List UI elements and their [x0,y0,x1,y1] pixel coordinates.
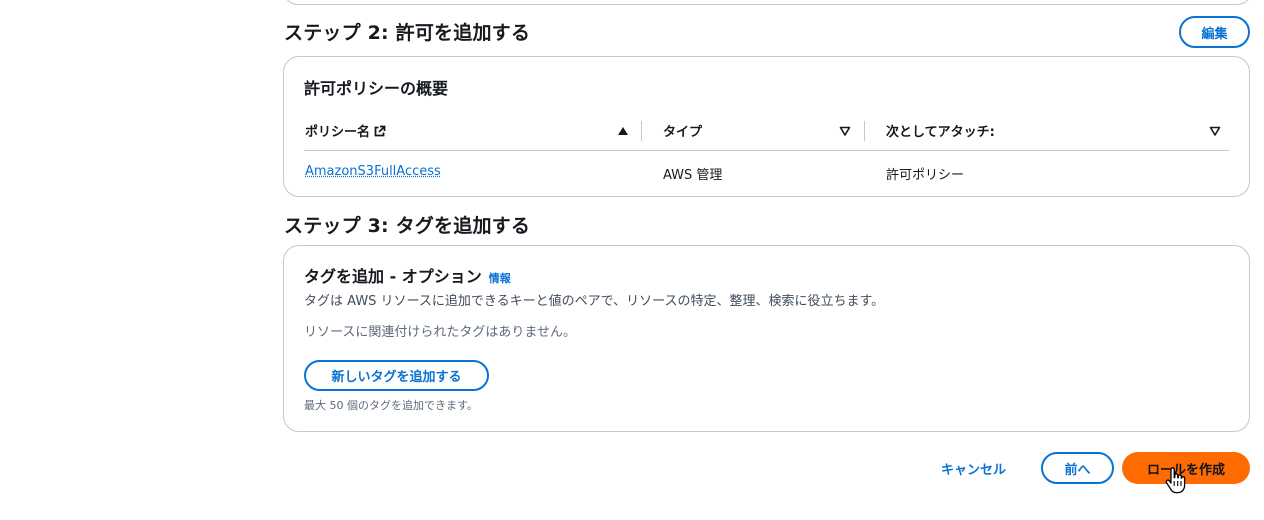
previous-step-card-edge [283,0,1252,5]
tags-card-header: タグを追加 - オプション 情報 [304,263,511,287]
column-header-label: タイプ [663,125,703,140]
tags-card: タグを追加 - オプション 情報 タグは AWS リソースに追加できるキーと値の… [283,245,1250,432]
sort-icon[interactable] [1209,125,1221,137]
permissions-summary-card: 許可ポリシーの概要 ポリシー名 タイプ 次としてアタッチ: AmazonS3Fu… [283,56,1250,197]
attached-as-cell: 許可ポリシー [886,168,965,183]
tags-card-title: タグを追加 - オプション [304,267,482,286]
permissions-summary-title: 許可ポリシーの概要 [304,79,449,98]
column-header-policy-name[interactable]: ポリシー名 [305,121,386,140]
step2-title: ステップ 2: 許可を追加する [284,22,531,44]
column-header-label: 次としてアタッチ: [886,125,995,140]
tags-description: タグは AWS リソースに追加できるキーと値のペアで、リソースの特定、整理、検索… [304,294,885,309]
review-page: ステップ 2: 許可を追加する 編集 許可ポリシーの概要 ポリシー名 タイプ 次… [0,0,1264,520]
hand-pointer-cursor [1165,467,1186,494]
step3-title: ステップ 3: タグを追加する [284,215,531,237]
policy-type-cell: AWS 管理 [663,168,723,183]
previous-button[interactable]: 前へ [1041,452,1114,484]
edit-button[interactable]: 編集 [1179,16,1250,48]
external-link-icon [374,125,386,136]
sort-ascending-icon[interactable] [617,125,629,137]
column-header-type[interactable]: タイプ [663,121,702,140]
column-divider [641,121,642,141]
sort-icon[interactable] [839,125,851,137]
policy-name-link[interactable]: AmazonS3FullAccess [305,164,441,179]
no-tags-message: リソースに関連付けられたタグはありません。 [304,325,576,340]
column-header-label: ポリシー名 [305,125,371,140]
add-new-tag-button[interactable]: 新しいタグを追加する [304,360,489,391]
info-link[interactable]: 情報 [489,270,511,286]
cancel-button[interactable]: キャンセル [941,459,1006,478]
table-header-divider [304,150,1229,151]
tag-limit-note: 最大 50 個のタグを追加できます。 [304,399,478,412]
column-divider [864,121,865,141]
column-header-attached-as[interactable]: 次としてアタッチ: [886,121,995,140]
